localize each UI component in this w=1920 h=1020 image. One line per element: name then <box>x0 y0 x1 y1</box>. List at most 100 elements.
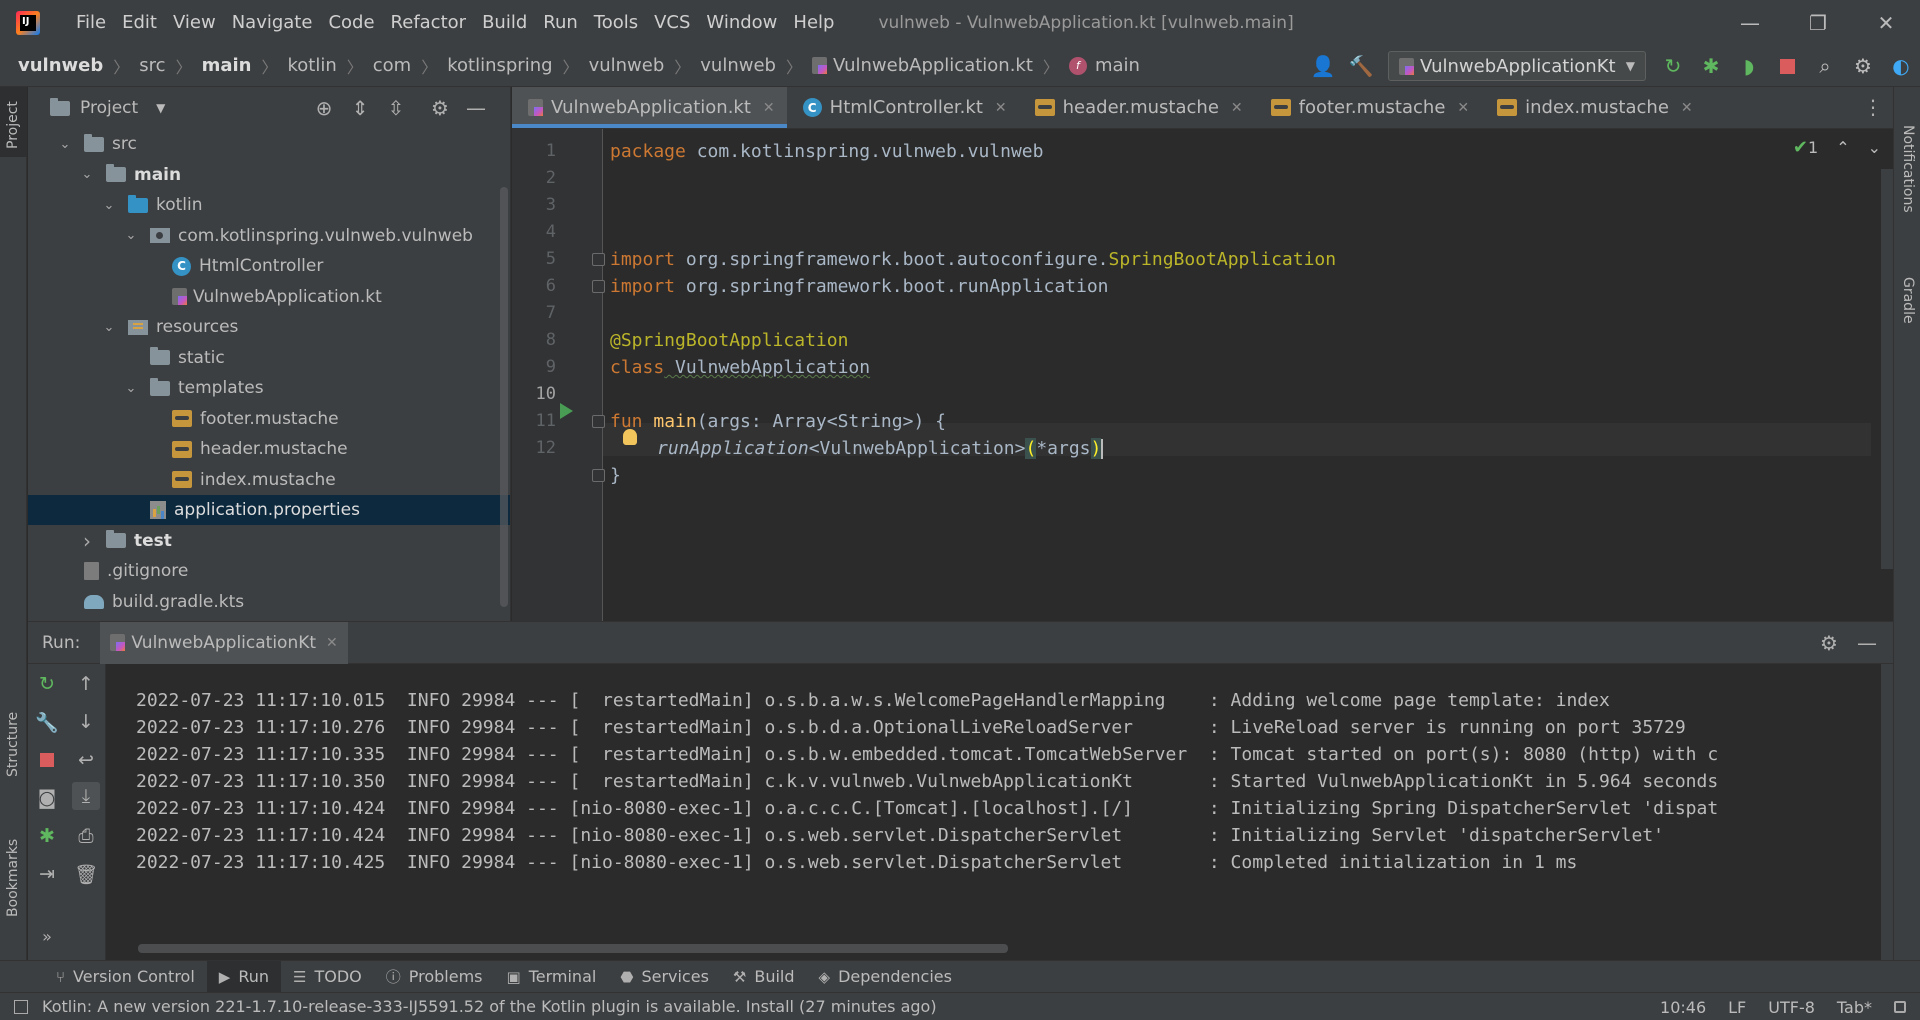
locate-target-icon[interactable]: ⊕ <box>310 95 338 121</box>
user-icon[interactable]: 👤 <box>1304 51 1342 81</box>
close-tab-icon[interactable]: ✕ <box>1457 100 1469 116</box>
breadcrumb-function[interactable]: f main <box>1068 55 1140 76</box>
code-line-7[interactable]: class VulnwebApplication <box>610 351 870 384</box>
tree-item[interactable]: index.mustache <box>28 465 510 495</box>
fold-marker-icon[interactable] <box>592 415 605 428</box>
editor-tab[interactable]: VulnwebApplication.kt ✕ <box>512 87 787 128</box>
breadcrumb-main[interactable]: main <box>202 55 252 76</box>
editor-tab[interactable]: C HtmlController.kt ✕ <box>787 87 1019 128</box>
breadcrumb-vulnweb-subpkg[interactable]: vulnweb <box>700 55 776 76</box>
hide-panel-icon[interactable]: — <box>462 95 490 121</box>
bookmarks-stripe-button[interactable]: Bookmarks <box>5 839 21 917</box>
run-tab-vulnwebapplicationkt[interactable]: VulnwebApplicationKt ✕ <box>100 621 348 664</box>
project-scrollbar[interactable] <box>500 187 508 607</box>
menu-vcs[interactable]: VCS <box>646 12 698 33</box>
intellij-logo-icon[interactable]: IJ <box>16 10 40 35</box>
caret-position[interactable]: 10:46 <box>1660 998 1706 1017</box>
tree-item[interactable]: static <box>28 343 510 373</box>
settings-gear-icon[interactable]: ⚙ <box>1844 51 1882 81</box>
code-line-10[interactable]: runApplication<VulnwebApplication>(*args… <box>657 432 1104 465</box>
fold-marker-icon[interactable] <box>592 469 605 482</box>
tree-item[interactable]: › test <box>28 526 510 556</box>
inspection-widget[interactable]: ✔1 ⌃ ⌄ <box>1793 137 1881 158</box>
menu-refactor[interactable]: Refactor <box>383 12 475 33</box>
tree-item[interactable]: header.mustache <box>28 434 510 464</box>
debug-bug-icon[interactable]: ✱ <box>33 822 61 850</box>
editor-scrollbar[interactable] <box>1881 169 1893 569</box>
status-message[interactable]: Kotlin: A new version 221-1.7.10-release… <box>42 997 937 1016</box>
editor-tab[interactable]: footer.mustache ✕ <box>1255 87 1482 128</box>
tool-problems[interactable]: ⓘ Problems <box>374 961 495 993</box>
rerun-icon[interactable]: ↻ <box>33 670 61 698</box>
menu-help[interactable]: Help <box>785 12 842 33</box>
tool-version-control[interactable]: ⑂ Version Control <box>44 961 207 993</box>
lock-icon[interactable] <box>1894 1001 1906 1013</box>
stop-icon[interactable] <box>33 746 61 774</box>
chevron-down-icon[interactable]: ⌄ <box>124 228 138 243</box>
menu-edit[interactable]: Edit <box>114 12 165 33</box>
project-view-title[interactable]: Project <box>80 98 138 118</box>
status-panel-toggle-icon[interactable] <box>14 999 28 1014</box>
notifications-stripe-button[interactable]: Notifications <box>1900 125 1916 213</box>
hide-run-panel-icon[interactable]: — <box>1853 630 1881 656</box>
chevron-down-icon[interactable]: ▼ <box>156 101 165 115</box>
tool-run[interactable]: ▶ Run <box>206 960 282 993</box>
stop-icon[interactable] <box>1768 51 1806 81</box>
editor-tab[interactable]: header.mustache ✕ <box>1019 87 1255 128</box>
console-vertical-scrollbar[interactable] <box>1881 664 1893 961</box>
indent-setting[interactable]: Tab* <box>1837 998 1872 1017</box>
run-gutter-play-icon[interactable] <box>560 403 573 419</box>
tree-item[interactable]: ⌄ kotlin <box>28 190 510 220</box>
chevron-down-icon[interactable]: ⌄ <box>124 381 138 396</box>
editor-tab[interactable]: index.mustache ✕ <box>1481 87 1705 128</box>
breadcrumb-file[interactable]: VulnwebApplication.kt <box>812 55 1033 76</box>
close-tab-icon[interactable]: ✕ <box>1681 100 1693 116</box>
close-tab-icon[interactable]: ✕ <box>326 635 338 651</box>
tool-dependencies[interactable]: ◈ Dependencies <box>807 961 964 993</box>
gradle-stripe-button[interactable]: Gradle <box>1900 277 1916 324</box>
tool-todo[interactable]: ☰ TODO <box>281 961 374 993</box>
trash-icon[interactable]: 🗑 <box>72 860 100 888</box>
tree-item[interactable]: C HtmlController <box>28 251 510 281</box>
chevron-down-icon[interactable]: ⌄ <box>58 137 72 152</box>
tree-item[interactable]: ⌄ main <box>28 160 510 190</box>
line-separator[interactable]: LF <box>1728 998 1746 1017</box>
coverage-icon[interactable]: ◗ <box>1730 51 1768 81</box>
menu-code[interactable]: Code <box>320 12 382 33</box>
breadcrumb-src[interactable]: src <box>139 55 165 76</box>
tree-item[interactable]: .gitignore <box>28 556 510 586</box>
more-tabs-icon[interactable]: ⋮ <box>1863 95 1883 119</box>
menu-window[interactable]: Window <box>698 12 785 33</box>
arrow-down-icon[interactable]: ↓ <box>72 708 100 736</box>
chevron-down-icon[interactable]: ⌄ <box>102 198 116 213</box>
tree-item[interactable]: footer.mustache <box>28 404 510 434</box>
minimize-button[interactable]: — <box>1716 0 1784 45</box>
breadcrumb-com[interactable]: com <box>373 55 411 76</box>
chevron-down-icon[interactable]: ⌄ <box>80 167 94 182</box>
code-line-11[interactable]: } <box>610 459 621 492</box>
run-settings-gear-icon[interactable]: ⚙ <box>1815 630 1843 656</box>
close-tab-icon[interactable]: ✕ <box>763 100 775 116</box>
tree-item[interactable]: VulnwebApplication.kt <box>28 282 510 312</box>
expand-all-icon[interactable]: ⇕ <box>346 95 374 121</box>
run-configuration-dropdown[interactable]: VulnwebApplicationKt ▼ <box>1388 51 1646 81</box>
menu-navigate[interactable]: Navigate <box>224 12 321 33</box>
menu-run[interactable]: Run <box>535 12 586 33</box>
tree-item[interactable]: ⌄ templates <box>28 373 510 403</box>
fold-marker-icon[interactable] <box>592 280 605 293</box>
chevron-right-icon[interactable]: › <box>80 529 94 553</box>
breadcrumb-vulnweb[interactable]: vulnweb <box>18 55 103 76</box>
menu-view[interactable]: View <box>165 12 224 33</box>
menu-build[interactable]: Build <box>474 12 535 33</box>
jetbrains-toolbox-icon[interactable]: ◐ <box>1882 51 1920 81</box>
fold-marker-icon[interactable] <box>592 253 605 266</box>
tree-item[interactable]: ⌄ com.kotlinspring.vulnweb.vulnweb <box>28 221 510 251</box>
search-icon[interactable]: ⌕ <box>1806 51 1844 81</box>
chevron-down-icon[interactable]: ⌄ <box>102 320 116 335</box>
menu-tools[interactable]: Tools <box>586 12 646 33</box>
menu-file[interactable]: File <box>68 12 114 33</box>
close-tab-icon[interactable]: ✕ <box>995 100 1007 116</box>
close-tab-icon[interactable]: ✕ <box>1231 100 1243 116</box>
debug-bug-icon[interactable]: ✱ <box>1692 51 1730 81</box>
code-line-4[interactable]: import org.springframework.boot.runAppli… <box>610 270 1109 303</box>
